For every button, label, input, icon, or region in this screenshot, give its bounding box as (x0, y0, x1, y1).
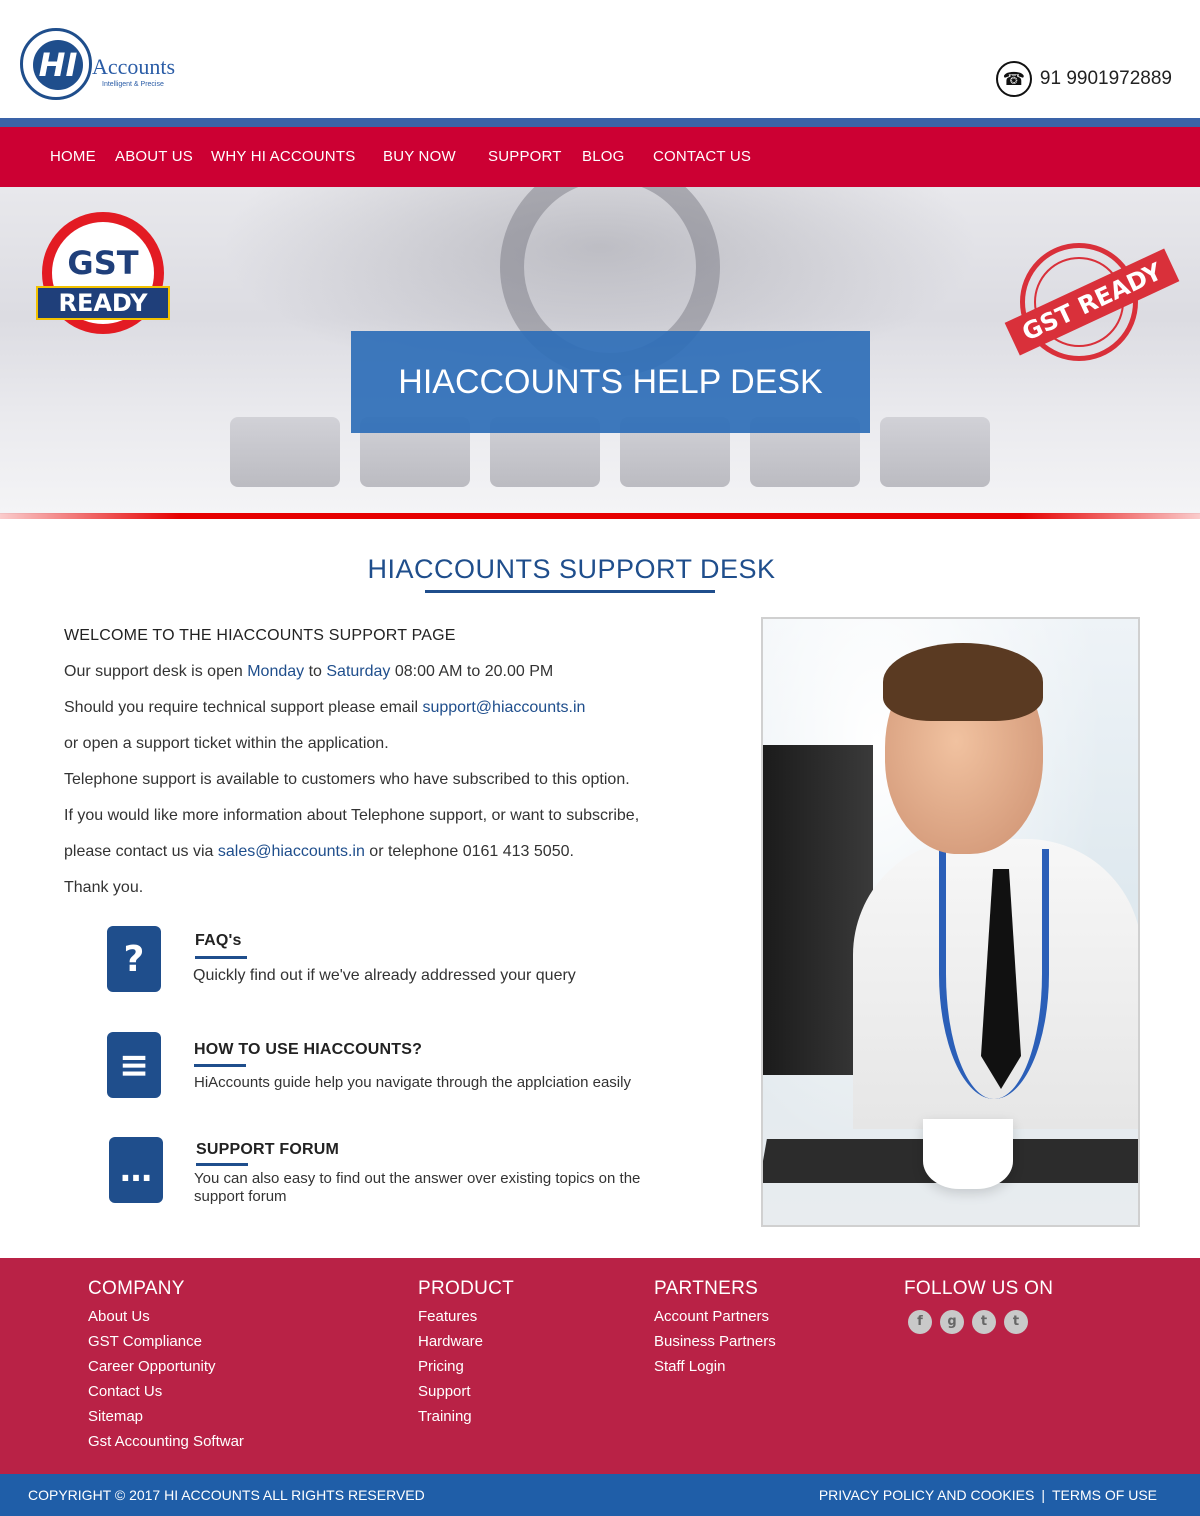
guide-book-icon[interactable]: ≡ (107, 1032, 161, 1098)
welcome-heading: WELCOME TO THE HIACCOUNTS SUPPORT PAGE (64, 627, 456, 644)
forum-description: You can also easy to find out the answer… (194, 1170, 641, 1205)
hours-mid: to (304, 663, 327, 680)
nav-support[interactable]: SUPPORT (488, 148, 562, 165)
logo-mark-text: HI (33, 40, 83, 90)
email-prefix: Should you require technical support ple… (64, 699, 423, 716)
phone-contact[interactable]: ☎ 91 9901972889 (995, 61, 1172, 97)
site-footer: COMPANY About Us GST Compliance Career O… (0, 1258, 1200, 1474)
bottom-bar: COPYRIGHT © 2017 HI ACCOUNTS ALL RIGHTS … (0, 1474, 1200, 1516)
faq-description: Quickly find out if we've already addres… (193, 967, 576, 984)
gst-ready-stamp: GST READY (1004, 238, 1180, 368)
footer-link-sitemap[interactable]: Sitemap (88, 1408, 143, 1425)
footer-link-support[interactable]: Support (418, 1383, 471, 1400)
nav-buy-now[interactable]: BUY NOW (383, 148, 456, 165)
hair-shape (883, 643, 1043, 721)
day-to: Saturday (326, 663, 391, 680)
ticket-line: or open a support ticket within the appl… (64, 735, 389, 752)
telephone-line: Telephone support is available to custom… (64, 771, 630, 788)
contact-suffix: or telephone 0161 413 5050. (364, 843, 574, 860)
footer-link-gst-software[interactable]: Gst Accounting Softwar (88, 1433, 244, 1450)
question-icon[interactable]: ? (107, 926, 161, 992)
contact-line: please contact us via sales@hiaccounts.i… (64, 843, 574, 861)
logo-tagline: Intelligent & Precise (102, 81, 164, 88)
footer-link-account-partners[interactable]: Account Partners (654, 1308, 769, 1325)
phone-number: 91 9901972889 (1039, 68, 1172, 89)
footer-link-staff-login[interactable]: Staff Login (654, 1358, 725, 1375)
chat-bubbles-icon[interactable]: … (109, 1137, 163, 1203)
facebook-icon[interactable]: f (908, 1310, 932, 1334)
how-to-description: HiAccounts guide help you navigate throu… (194, 1074, 631, 1091)
sales-email-link[interactable]: sales@hiaccounts.in (218, 843, 365, 860)
phone-icon: ☎ (995, 61, 1032, 97)
footer-link-career[interactable]: Career Opportunity (88, 1358, 216, 1375)
how-to-underline (194, 1064, 246, 1067)
section-title: HIACCOUNTS SUPPORT DESK (367, 554, 776, 584)
hero-bottom-line (0, 513, 1200, 519)
footer-link-pricing[interactable]: Pricing (418, 1358, 464, 1375)
footer-company-heading: COMPANY (88, 1278, 185, 1299)
twitter-icon[interactable]: t (972, 1310, 996, 1334)
cup-shape (923, 1119, 1013, 1189)
main-nav: HOME ABOUT US WHY HI ACCOUNTS BUY NOW SU… (0, 127, 1200, 187)
forum-underline (196, 1163, 248, 1166)
nav-why-hi-accounts[interactable]: WHY HI ACCOUNTS (211, 148, 355, 165)
faq-title[interactable]: FAQ's (195, 932, 242, 950)
logo-word: Accounts (92, 54, 176, 79)
tumblr-icon[interactable]: t (1004, 1310, 1028, 1334)
gst-ready-badge: GST READY (36, 212, 170, 340)
forum-title[interactable]: SUPPORT FORUM (196, 1141, 339, 1159)
nav-top-stripe (0, 118, 1200, 127)
site-header: HI Accounts Intelligent & Precise ☎ 91 9… (0, 0, 1200, 118)
key-shape (230, 417, 340, 487)
footer-link-contact-us[interactable]: Contact Us (88, 1383, 162, 1400)
terms-of-use-link[interactable]: TERMS OF USE (1052, 1487, 1157, 1503)
support-email-link[interactable]: support@hiaccounts.in (422, 699, 585, 716)
nav-about-us[interactable]: ABOUT US (115, 148, 193, 165)
logo-mark: HI (20, 28, 92, 100)
nav-contact-us[interactable]: CONTACT US (653, 148, 751, 165)
legal-links: PRIVACY POLICY AND COOKIES | TERMS OF US… (819, 1487, 1157, 1503)
nav-home[interactable]: HOME (50, 148, 96, 165)
logo[interactable]: HI Accounts Intelligent & Precise (20, 28, 180, 104)
hours-line: Our support desk is open Monday to Satur… (64, 663, 553, 681)
badge-ready-text: READY (36, 286, 170, 320)
footer-link-training[interactable]: Training (418, 1408, 472, 1425)
hero-title-box: HIACCOUNTS HELP DESK (351, 331, 870, 433)
email-line: Should you require technical support ple… (64, 699, 585, 717)
day-from: Monday (247, 663, 305, 680)
hero-title: HIACCOUNTS HELP DESK (398, 363, 823, 401)
footer-link-business-partners[interactable]: Business Partners (654, 1333, 776, 1350)
footer-link-gst-compliance[interactable]: GST Compliance (88, 1333, 202, 1350)
hours-suffix: 08:00 AM to 20.00 PM (390, 663, 554, 680)
support-agent-photo (761, 617, 1140, 1227)
footer-link-hardware[interactable]: Hardware (418, 1333, 483, 1350)
thanks-text: Thank you. (64, 879, 144, 896)
subscribe-line: If you would like more information about… (64, 807, 640, 824)
footer-follow-heading: FOLLOW US ON (904, 1278, 1054, 1299)
faq-underline (195, 956, 247, 959)
legal-separator: | (1041, 1487, 1045, 1503)
copyright-text: COPYRIGHT © 2017 HI ACCOUNTS ALL RIGHTS … (28, 1487, 425, 1503)
badge-gst-text: GST (67, 244, 139, 282)
section-title-underline (425, 590, 715, 593)
how-to-title[interactable]: HOW TO USE HIACCOUNTS? (194, 1041, 422, 1059)
key-shape (880, 417, 990, 487)
footer-link-about-us[interactable]: About Us (88, 1308, 150, 1325)
footer-link-features[interactable]: Features (418, 1308, 477, 1325)
hours-prefix: Our support desk is open (64, 663, 248, 680)
nav-blog[interactable]: BLOG (582, 148, 624, 165)
footer-product-heading: PRODUCT (418, 1278, 515, 1299)
privacy-policy-link[interactable]: PRIVACY POLICY AND COOKIES (819, 1487, 1035, 1503)
google-plus-icon[interactable]: g (940, 1310, 964, 1334)
contact-prefix: please contact us via (64, 843, 218, 860)
footer-partners-heading: PARTNERS (654, 1278, 759, 1299)
